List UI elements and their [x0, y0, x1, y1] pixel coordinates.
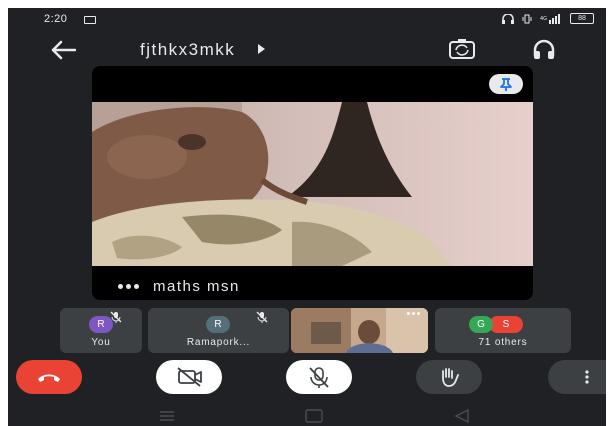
more-icon[interactable]: [407, 312, 420, 315]
participant-tile-others[interactable]: G S 71 others: [435, 308, 571, 353]
mic-off-icon: [309, 367, 329, 388]
avatar: R: [206, 316, 230, 333]
meeting-details-caret-icon[interactable]: [258, 44, 265, 54]
more-vert-icon: [585, 370, 589, 384]
battery-indicator: 88: [570, 13, 594, 24]
avatar: S: [489, 316, 523, 333]
main-participant-name: maths msn: [153, 278, 240, 295]
headset-status-icon: [502, 13, 514, 24]
headphones-icon[interactable]: [532, 38, 556, 62]
mic-toggle-button[interactable]: [286, 360, 352, 394]
recents-icon[interactable]: [160, 411, 174, 421]
meet-screen: 2:20 4G 88 fjthkx3mkk maths msn R You R …: [8, 8, 606, 426]
hand-icon: [442, 368, 459, 387]
mic-off-icon: [110, 311, 122, 323]
system-nav-icons: [160, 408, 469, 424]
participant-video-frame: [92, 102, 533, 266]
meeting-header: fjthkx3mkk: [8, 32, 606, 68]
home-icon[interactable]: [305, 409, 323, 423]
phone-hangup-icon: [38, 374, 60, 382]
svg-text:4G: 4G: [540, 16, 547, 22]
status-time: 2:20: [44, 13, 68, 25]
main-participant-tile[interactable]: maths msn: [92, 66, 533, 300]
participant-label: You: [91, 337, 111, 348]
more-options-button[interactable]: [548, 360, 606, 394]
avatar: G: [469, 316, 493, 333]
vibrate-icon: [522, 14, 532, 23]
participant-tile-video[interactable]: [291, 308, 428, 353]
status-bar: 2:20 4G 88: [8, 8, 606, 30]
video-off-icon: [177, 367, 202, 387]
speaking-indicator-icon: [118, 284, 139, 289]
mic-off-icon: [256, 311, 268, 323]
participant-label: Ramapork...: [186, 337, 251, 348]
end-call-button[interactable]: [16, 360, 82, 394]
system-nav-bar: [8, 406, 606, 426]
arrow-left-icon[interactable]: [50, 40, 76, 60]
pin-icon: [500, 78, 512, 91]
call-controls: [8, 360, 606, 398]
meeting-title[interactable]: fjthkx3mkk: [140, 40, 235, 60]
cast-icon: [84, 16, 96, 24]
back-nav-icon[interactable]: [454, 408, 469, 424]
participant-tile-you[interactable]: R You: [60, 308, 142, 353]
camera-toggle-button[interactable]: [156, 360, 222, 394]
raise-hand-button[interactable]: [416, 360, 482, 394]
pin-button[interactable]: [489, 74, 523, 94]
signal-icon: 4G: [540, 13, 560, 24]
participant-label: 71 others: [478, 337, 528, 348]
participant-tile-ramapork[interactable]: R Ramapork...: [148, 308, 289, 353]
switch-camera-icon[interactable]: [448, 38, 476, 60]
participant-video: [92, 102, 533, 266]
